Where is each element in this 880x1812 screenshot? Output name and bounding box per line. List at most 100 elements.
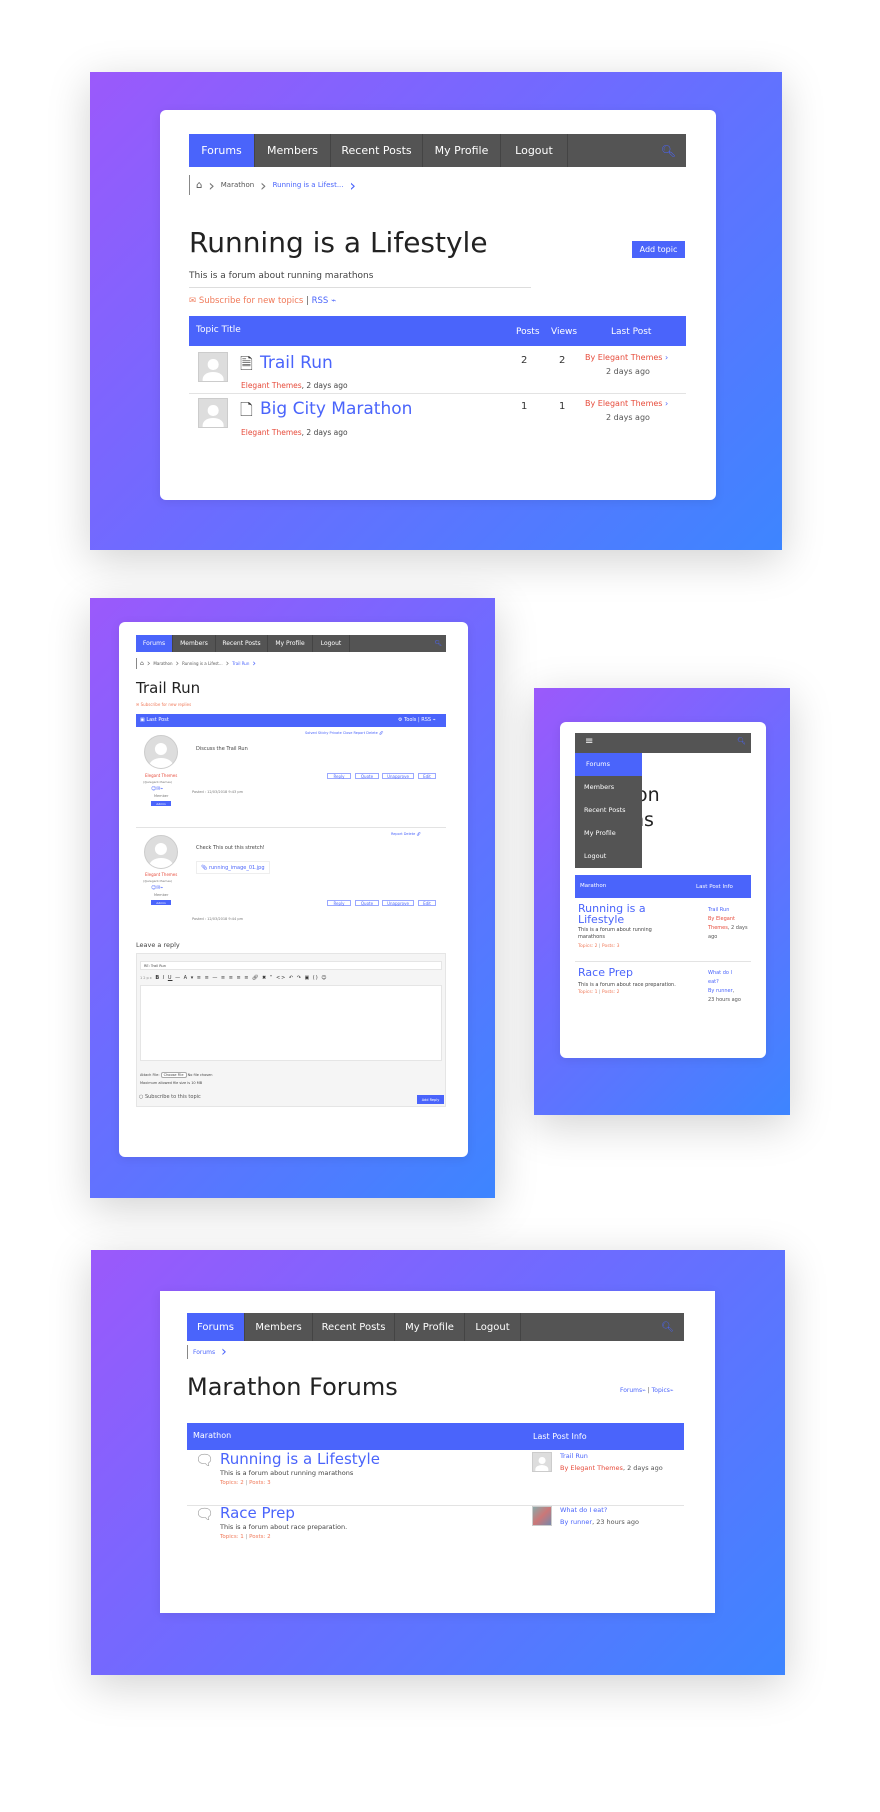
sticky-action[interactable]: Sticky	[318, 731, 328, 735]
avatar	[144, 735, 178, 769]
breadcrumb-forum[interactable]: Running is a Lifest...	[182, 661, 223, 666]
topic-title-link[interactable]: Big City Marathon	[260, 399, 412, 419]
nav-forums[interactable]: Forums	[136, 635, 173, 652]
search-icon[interactable]: 🔍︎	[661, 1313, 684, 1341]
search-icon[interactable]: 🔍︎	[661, 134, 686, 167]
breadcrumb-marathon[interactable]: Marathon	[221, 181, 254, 189]
nav-logout[interactable]: Logout	[313, 635, 350, 652]
close-action[interactable]: Close	[343, 731, 353, 735]
add-topic-button[interactable]: Add topic	[632, 241, 685, 258]
tools-menu[interactable]: ⚙ Tools | RSS ⌁	[398, 717, 436, 723]
last-post-topic-link[interactable]: Trail Run	[560, 1452, 588, 1460]
link-icon[interactable]: 🔗︎	[379, 731, 383, 735]
subscribe-topic-checkbox[interactable]: ○ Subscribe to this topic	[139, 1094, 201, 1100]
forum-title-link[interactable]: Running is a Lifestyle	[220, 1450, 380, 1468]
editor-toolbar[interactable]: 12px B I U — A ▾ ≡ ≡ — ≡ ≡ ≡ ≡ 🔗︎ ✖ “ <>…	[140, 975, 328, 981]
hamburger-menu-icon[interactable]: ≡	[585, 736, 593, 747]
nav-recent-posts[interactable]: Recent Posts	[216, 635, 268, 652]
delete-action[interactable]: Delete	[404, 832, 416, 836]
topic-author-link[interactable]: Elegant Themes	[241, 428, 302, 437]
nav-logout[interactable]: Logout	[465, 1313, 521, 1341]
attachment-link[interactable]: 📎︎ running_image_01.jpg	[196, 861, 270, 874]
private-action[interactable]: Private	[330, 731, 342, 735]
last-post-author-link[interactable]: By runner	[708, 988, 733, 994]
subscribe-row: ✉ Subscribe for new topics | RSS ⌁	[189, 296, 336, 306]
last-post-topic-link[interactable]: What do I eat?	[560, 1506, 607, 1514]
forum-bubbles-icon: 🗨︎	[195, 1505, 215, 1523]
unapprove-button[interactable]: Unapprove	[382, 773, 414, 779]
topic-title-link[interactable]: Trail Run	[260, 353, 333, 373]
nav-forums[interactable]: Forums	[189, 134, 255, 167]
post-actions: Report Delete 🔗︎	[391, 832, 421, 836]
link-icon[interactable]: 🔗︎	[416, 832, 420, 836]
last-post-author-link[interactable]: By Elegant Themes	[560, 1464, 623, 1472]
forum-title-link[interactable]: Running is a Lifestyle	[578, 903, 688, 925]
last-post-topic-link[interactable]: Trail Run	[708, 907, 729, 913]
edit-button[interactable]: Edit	[418, 900, 436, 906]
forums-feed-link[interactable]: Forums	[620, 1387, 642, 1394]
nav-my-profile[interactable]: My Profile	[423, 134, 501, 167]
author-profile-icons[interactable]: ☺✉⌁	[151, 885, 163, 891]
solved-action[interactable]: Solved	[305, 731, 317, 735]
reply-button[interactable]: Reply	[327, 900, 351, 906]
menu-item-my-profile[interactable]: My Profile	[575, 822, 642, 845]
breadcrumb-separator-icon: ›	[175, 658, 180, 669]
menu-item-recent-posts[interactable]: Recent Posts	[575, 799, 642, 822]
search-icon[interactable]: 🔍︎	[434, 635, 446, 652]
nav-my-profile[interactable]: My Profile	[395, 1313, 465, 1341]
subscribe-replies-link[interactable]: ✉ Subscribe for new replies	[136, 702, 191, 707]
breadcrumb-marathon[interactable]: Marathon	[153, 661, 172, 666]
forum-title-link[interactable]: Race Prep	[220, 1504, 295, 1522]
mobile-dropdown-menu: Forums Members Recent Posts My Profile L…	[575, 753, 642, 868]
reply-textarea[interactable]	[140, 985, 442, 1061]
quote-button[interactable]: Quote	[355, 900, 379, 906]
nav-members[interactable]: Members	[173, 635, 216, 652]
font-size-select[interactable]: 12px	[140, 976, 153, 980]
rss-icon: ⌁	[669, 1387, 674, 1394]
main-nav: Forums Members Recent Posts My Profile L…	[189, 134, 686, 167]
edit-button[interactable]: Edit	[418, 773, 436, 779]
reply-button[interactable]: Reply	[327, 773, 351, 779]
menu-item-logout[interactable]: Logout	[575, 845, 642, 868]
last-post-topic-link[interactable]: What do I eat?	[708, 970, 732, 985]
rss-link[interactable]: RSS	[312, 296, 329, 306]
post-content: Check This out this stretch!	[196, 845, 265, 851]
topic-toolbar: ▣ Last Post ⚙ Tools | RSS ⌁	[136, 714, 446, 727]
home-icon[interactable]: ⌂	[196, 180, 202, 191]
main-nav: Forums Members Recent Posts My Profile L…	[136, 635, 446, 652]
post-author-link[interactable]: Elegant Themes	[145, 872, 177, 877]
nav-logout[interactable]: Logout	[501, 134, 568, 167]
nav-forums[interactable]: Forums	[187, 1313, 245, 1341]
subscribe-link[interactable]: Subscribe for new topics	[199, 296, 304, 306]
quote-button[interactable]: Quote	[355, 773, 379, 779]
last-post-author-link[interactable]: By runner	[560, 1518, 592, 1526]
topics-feed-link[interactable]: Topics	[652, 1387, 670, 1394]
report-action[interactable]: Report	[354, 731, 366, 735]
post-author-role: Member	[154, 893, 169, 897]
choose-file-button[interactable]: Choose File	[160, 1072, 187, 1078]
forum-title-link[interactable]: Race Prep	[578, 966, 633, 979]
delete-action[interactable]: Delete	[366, 731, 378, 735]
last-post-author-link[interactable]: By Elegant Themes ›	[585, 353, 668, 362]
nav-recent-posts[interactable]: Recent Posts	[313, 1313, 395, 1341]
menu-item-forums[interactable]: Forums	[575, 753, 642, 776]
avatar	[198, 398, 228, 428]
nav-members[interactable]: Members	[245, 1313, 313, 1341]
report-action[interactable]: Report	[391, 832, 403, 836]
reply-title-input[interactable]: RE: Trail Run	[140, 961, 442, 970]
menu-item-members[interactable]: Members	[575, 776, 642, 799]
breadcrumb-forums[interactable]: Forums	[193, 1349, 215, 1356]
search-icon[interactable]: 🔍︎	[737, 737, 746, 745]
topic-author-link[interactable]: Elegant Themes	[241, 381, 302, 390]
add-reply-button[interactable]: Add Reply	[417, 1095, 444, 1104]
home-icon[interactable]: ⌂	[140, 660, 144, 667]
nav-members[interactable]: Members	[255, 134, 331, 167]
unapprove-button[interactable]: Unapprove	[382, 900, 414, 906]
last-post-link[interactable]: ▣ Last Post	[140, 717, 169, 723]
last-post-author-link[interactable]: By Elegant Themes ›	[585, 399, 668, 408]
chevron-right-icon: ›	[665, 353, 669, 362]
author-profile-icons[interactable]: ☺✉⌁	[151, 786, 163, 792]
nav-my-profile[interactable]: My Profile	[268, 635, 313, 652]
nav-recent-posts[interactable]: Recent Posts	[331, 134, 423, 167]
post-author-link[interactable]: Elegant Themes	[145, 773, 177, 778]
